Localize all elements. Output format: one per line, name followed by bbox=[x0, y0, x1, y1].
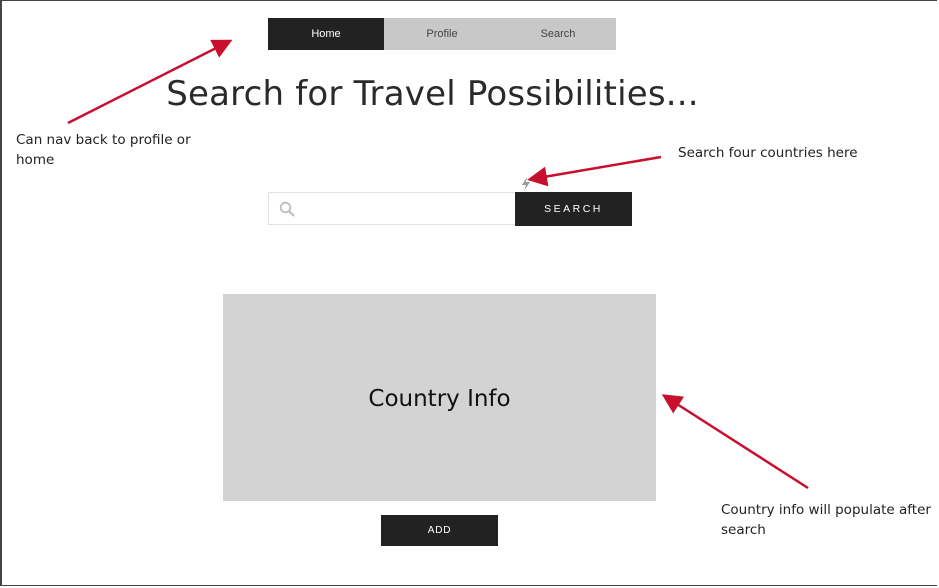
search-icon bbox=[279, 201, 295, 216]
annotation-nav-note: Can nav back to profile or home bbox=[16, 132, 191, 168]
top-nav: Home Profile Search bbox=[268, 18, 616, 50]
add-button[interactable]: ADD bbox=[381, 515, 498, 546]
search-box bbox=[268, 192, 516, 225]
search-input[interactable] bbox=[301, 193, 515, 224]
nav-search[interactable]: Search bbox=[500, 18, 616, 50]
country-info-title: Country Info bbox=[368, 385, 511, 412]
page-title: Search for Travel Possibilities... bbox=[166, 74, 699, 114]
search-button[interactable]: SEARCH bbox=[515, 192, 632, 226]
country-info-panel: Country Info bbox=[223, 294, 656, 501]
annotation-search-note: Search four countries here bbox=[678, 145, 858, 161]
annotation-info-note: Country info will populate after search bbox=[721, 502, 931, 538]
nav-profile[interactable]: Profile bbox=[384, 18, 500, 50]
plug-icon bbox=[522, 177, 530, 191]
nav-home[interactable]: Home bbox=[268, 18, 384, 50]
